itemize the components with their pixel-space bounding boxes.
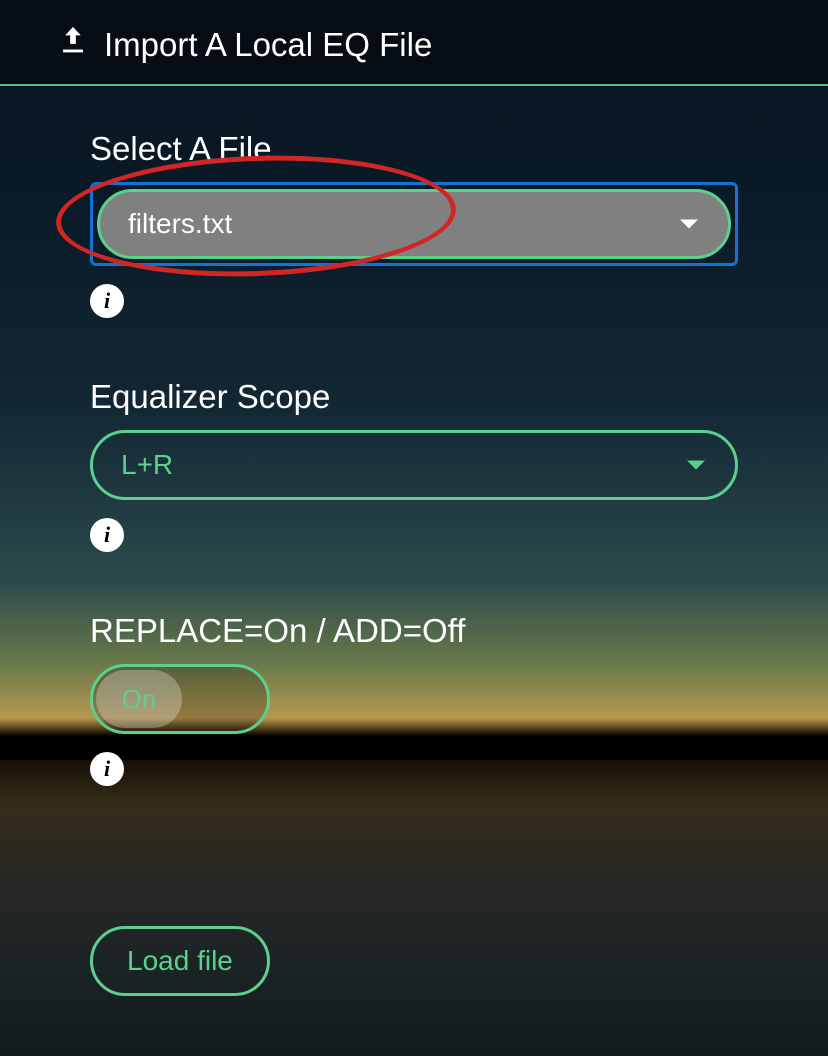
upload-icon (56, 24, 90, 66)
panel-title: Import A Local EQ File (104, 26, 432, 64)
file-select-value: filters.txt (128, 208, 232, 240)
panel-header: Import A Local EQ File (0, 0, 828, 86)
scope-info-icon[interactable]: i (90, 518, 124, 552)
mode-label: REPLACE=On / ADD=Off (90, 612, 738, 650)
replace-add-toggle[interactable]: On (90, 664, 270, 734)
file-select-wrap: filters.txt (90, 182, 738, 266)
file-label: Select A File (90, 130, 738, 168)
file-select[interactable]: filters.txt (97, 189, 731, 259)
chevron-down-icon (687, 461, 705, 470)
file-select-focus-ring: filters.txt (90, 182, 738, 266)
scope-select-value: L+R (121, 449, 173, 481)
chevron-down-icon (680, 220, 698, 229)
file-info-icon[interactable]: i (90, 284, 124, 318)
import-eq-panel: Import A Local EQ File Select A File fil… (0, 0, 828, 996)
form-section: Select A File filters.txt i Equalizer Sc… (0, 130, 828, 996)
scope-select[interactable]: L+R (90, 430, 738, 500)
mode-info-icon[interactable]: i (90, 752, 124, 786)
load-file-button[interactable]: Load file (90, 926, 270, 996)
toggle-value: On (122, 684, 157, 715)
toggle-knob: On (96, 670, 182, 728)
scope-label: Equalizer Scope (90, 378, 738, 416)
